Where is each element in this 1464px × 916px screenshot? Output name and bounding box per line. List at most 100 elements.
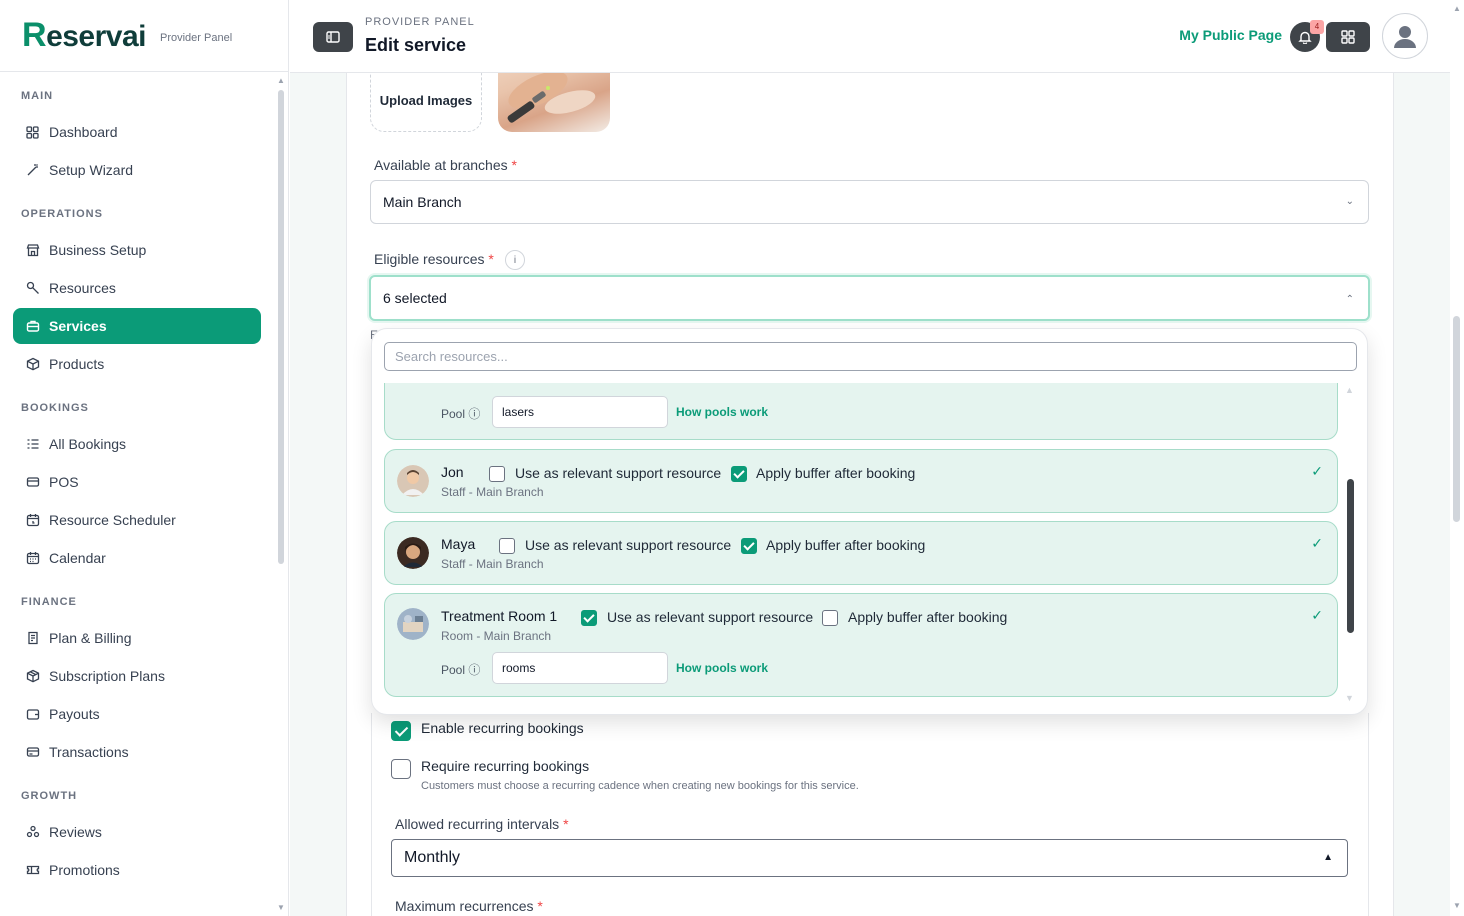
scroll-up-icon[interactable]: ▲ <box>1345 385 1354 395</box>
how-pools-work-link[interactable]: How pools work <box>676 661 768 675</box>
user-avatar-button[interactable] <box>1382 13 1428 59</box>
sidebar-item-label: Services <box>49 318 107 334</box>
sidebar-item-label: Subscription Plans <box>49 668 165 684</box>
my-public-page-link[interactable]: My Public Page <box>1179 27 1282 43</box>
sidebar-item-pos[interactable]: POS <box>13 464 261 500</box>
resources-multiselect[interactable]: 6 selected ⌃ <box>369 275 1370 321</box>
box-icon <box>25 357 40 372</box>
sidebar-item-products[interactable]: Products <box>13 346 261 382</box>
sidebar-item-label: All Bookings <box>49 436 127 452</box>
page-scroll-thumb[interactable] <box>1453 316 1460 522</box>
scroll-down-icon[interactable]: ▼ <box>277 903 285 912</box>
recurring-intervals-select[interactable]: Monthly ▲︎ <box>391 839 1348 877</box>
sidebar-item-label: Products <box>49 356 105 372</box>
section-title-operations: OPERATIONS <box>21 208 103 220</box>
resource-subtitle: Staff - Main Branch <box>441 557 544 571</box>
sidebar-item-resource-scheduler[interactable]: Resource Scheduler <box>13 502 261 538</box>
resources-list: Pool ⓘ lasers How pools work Jon Staff -… <box>384 383 1338 708</box>
branches-select[interactable]: Main Branch ⌄ <box>370 180 1369 224</box>
sidebar-item-calendar[interactable]: Calendar <box>13 540 261 576</box>
resource-subtitle: Staff - Main Branch <box>441 485 544 499</box>
select-arrows-icon: ▲︎ <box>1323 852 1333 863</box>
brand-subtitle: Provider Panel <box>160 31 233 44</box>
dropdown-scrollbar[interactable]: ▲ ▼ <box>1344 385 1356 703</box>
resource-card[interactable]: Pool ⓘ lasers How pools work <box>384 383 1338 440</box>
buffer-label: Apply buffer after booking <box>756 465 916 481</box>
user-icon <box>1394 26 1416 48</box>
info-icon[interactable]: i <box>505 250 525 270</box>
scroll-up-icon[interactable]: ▲ <box>1453 4 1461 13</box>
sidebar-item-label: Plan & Billing <box>49 630 132 646</box>
sidebar-scrollbar[interactable]: ▲ ▼ <box>276 74 286 916</box>
resource-name: Jon <box>441 464 464 480</box>
support-resource-checkbox[interactable] <box>489 466 505 482</box>
sidebar-item-subscription-plans[interactable]: Subscription Plans <box>13 658 261 694</box>
resource-card-maya[interactable]: Maya Staff - Main Branch Use as relevant… <box>384 521 1338 585</box>
resource-card-jon[interactable]: Jon Staff - Main Branch Use as relevant … <box>384 449 1338 513</box>
branches-label: Available at branches * <box>374 157 517 173</box>
page-scrollbar[interactable]: ▲ ▼ <box>1450 0 1464 916</box>
sidebar-item-label: Resource Scheduler <box>49 512 176 528</box>
sidebar-item-label: Resources <box>49 280 116 296</box>
require-recurring-label: Require recurring bookings <box>421 758 590 774</box>
sidebar-nav: MAIN Dashboard Setup Wizard OPERATIONS B… <box>0 72 276 916</box>
calendar-icon <box>25 551 40 566</box>
receipt-icon <box>25 631 40 646</box>
section-title-bookings: BOOKINGS <box>21 402 89 414</box>
ticket-icon <box>25 863 40 878</box>
enable-recurring-checkbox[interactable] <box>391 721 411 741</box>
support-resource-checkbox[interactable] <box>581 610 597 626</box>
sidebar-item-label: Business Setup <box>49 242 147 258</box>
sidebar-toggle-button[interactable] <box>313 22 353 52</box>
sidebar-item-reviews[interactable]: Reviews <box>13 814 261 850</box>
intervals-label: Allowed recurring intervals * <box>395 816 569 832</box>
check-icon: ✓ <box>1311 463 1323 479</box>
sidebar-item-plan-billing[interactable]: Plan & Billing <box>13 620 261 656</box>
avatar <box>397 537 429 569</box>
sidebar-item-payouts[interactable]: Payouts <box>13 696 261 732</box>
section-title-growth: GROWTH <box>21 790 78 802</box>
pool-input[interactable]: rooms <box>492 652 668 684</box>
sidebar-scroll-thumb[interactable] <box>278 90 284 564</box>
max-recurrences-label: Maximum recurrences * <box>395 898 543 914</box>
sidebar-item-label: Transactions <box>49 744 129 760</box>
wand-icon <box>25 163 40 178</box>
branches-value: Main Branch <box>383 194 462 210</box>
sidebar-item-setup-wizard[interactable]: Setup Wizard <box>13 152 261 188</box>
scroll-down-icon[interactable]: ▼ <box>1345 693 1354 703</box>
brand[interactable]: Reservai Provider Panel <box>0 0 288 72</box>
sidebar-item-transactions[interactable]: Transactions <box>13 734 261 770</box>
buffer-label: Apply buffer after booking <box>766 537 926 553</box>
wallet-icon <box>25 707 40 722</box>
sidebar-item-dashboard[interactable]: Dashboard <box>13 114 261 150</box>
sidebar-item-services[interactable]: Services <box>13 308 261 344</box>
require-recurring-checkbox[interactable] <box>391 759 411 779</box>
buffer-checkbox[interactable] <box>731 466 747 482</box>
sidebar-item-label: Reviews <box>49 824 102 840</box>
sidebar-item-resources[interactable]: Resources <box>13 270 261 306</box>
how-pools-work-link[interactable]: How pools work <box>676 405 768 419</box>
scroll-up-icon[interactable]: ▲ <box>277 76 285 85</box>
resources-label: Eligible resources * <box>374 251 494 267</box>
pool-label: Pool ⓘ <box>441 663 481 677</box>
dropdown-scroll-thumb[interactable] <box>1347 479 1354 633</box>
pool-input[interactable]: lasers <box>492 396 668 428</box>
notifications-button[interactable]: 4 <box>1290 20 1324 52</box>
sidebar-item-promotions[interactable]: Promotions <box>13 852 261 888</box>
buffer-checkbox[interactable] <box>741 538 757 554</box>
avatar <box>397 465 429 497</box>
resource-card-treatment-room-1[interactable]: Treatment Room 1 Room - Main Branch Use … <box>384 593 1338 697</box>
sidebar-item-all-bookings[interactable]: All Bookings <box>13 426 261 462</box>
scroll-down-icon[interactable]: ▼ <box>1453 901 1461 910</box>
resources-search-input[interactable]: Search resources... <box>384 342 1357 371</box>
support-resource-checkbox[interactable] <box>499 538 515 554</box>
chevron-down-icon: ⌄ <box>1345 196 1354 207</box>
support-resource-label: Use as relevant support resource <box>515 465 722 481</box>
resource-name: Maya <box>441 536 476 552</box>
buffer-checkbox[interactable] <box>822 610 838 626</box>
support-resource-label: Use as relevant support resource <box>607 609 814 625</box>
apps-menu-button[interactable] <box>1326 22 1370 52</box>
sidebar-item-business-setup[interactable]: Business Setup <box>13 232 261 268</box>
grid-icon <box>1341 30 1355 44</box>
brand-logo: Reservai <box>22 16 146 54</box>
